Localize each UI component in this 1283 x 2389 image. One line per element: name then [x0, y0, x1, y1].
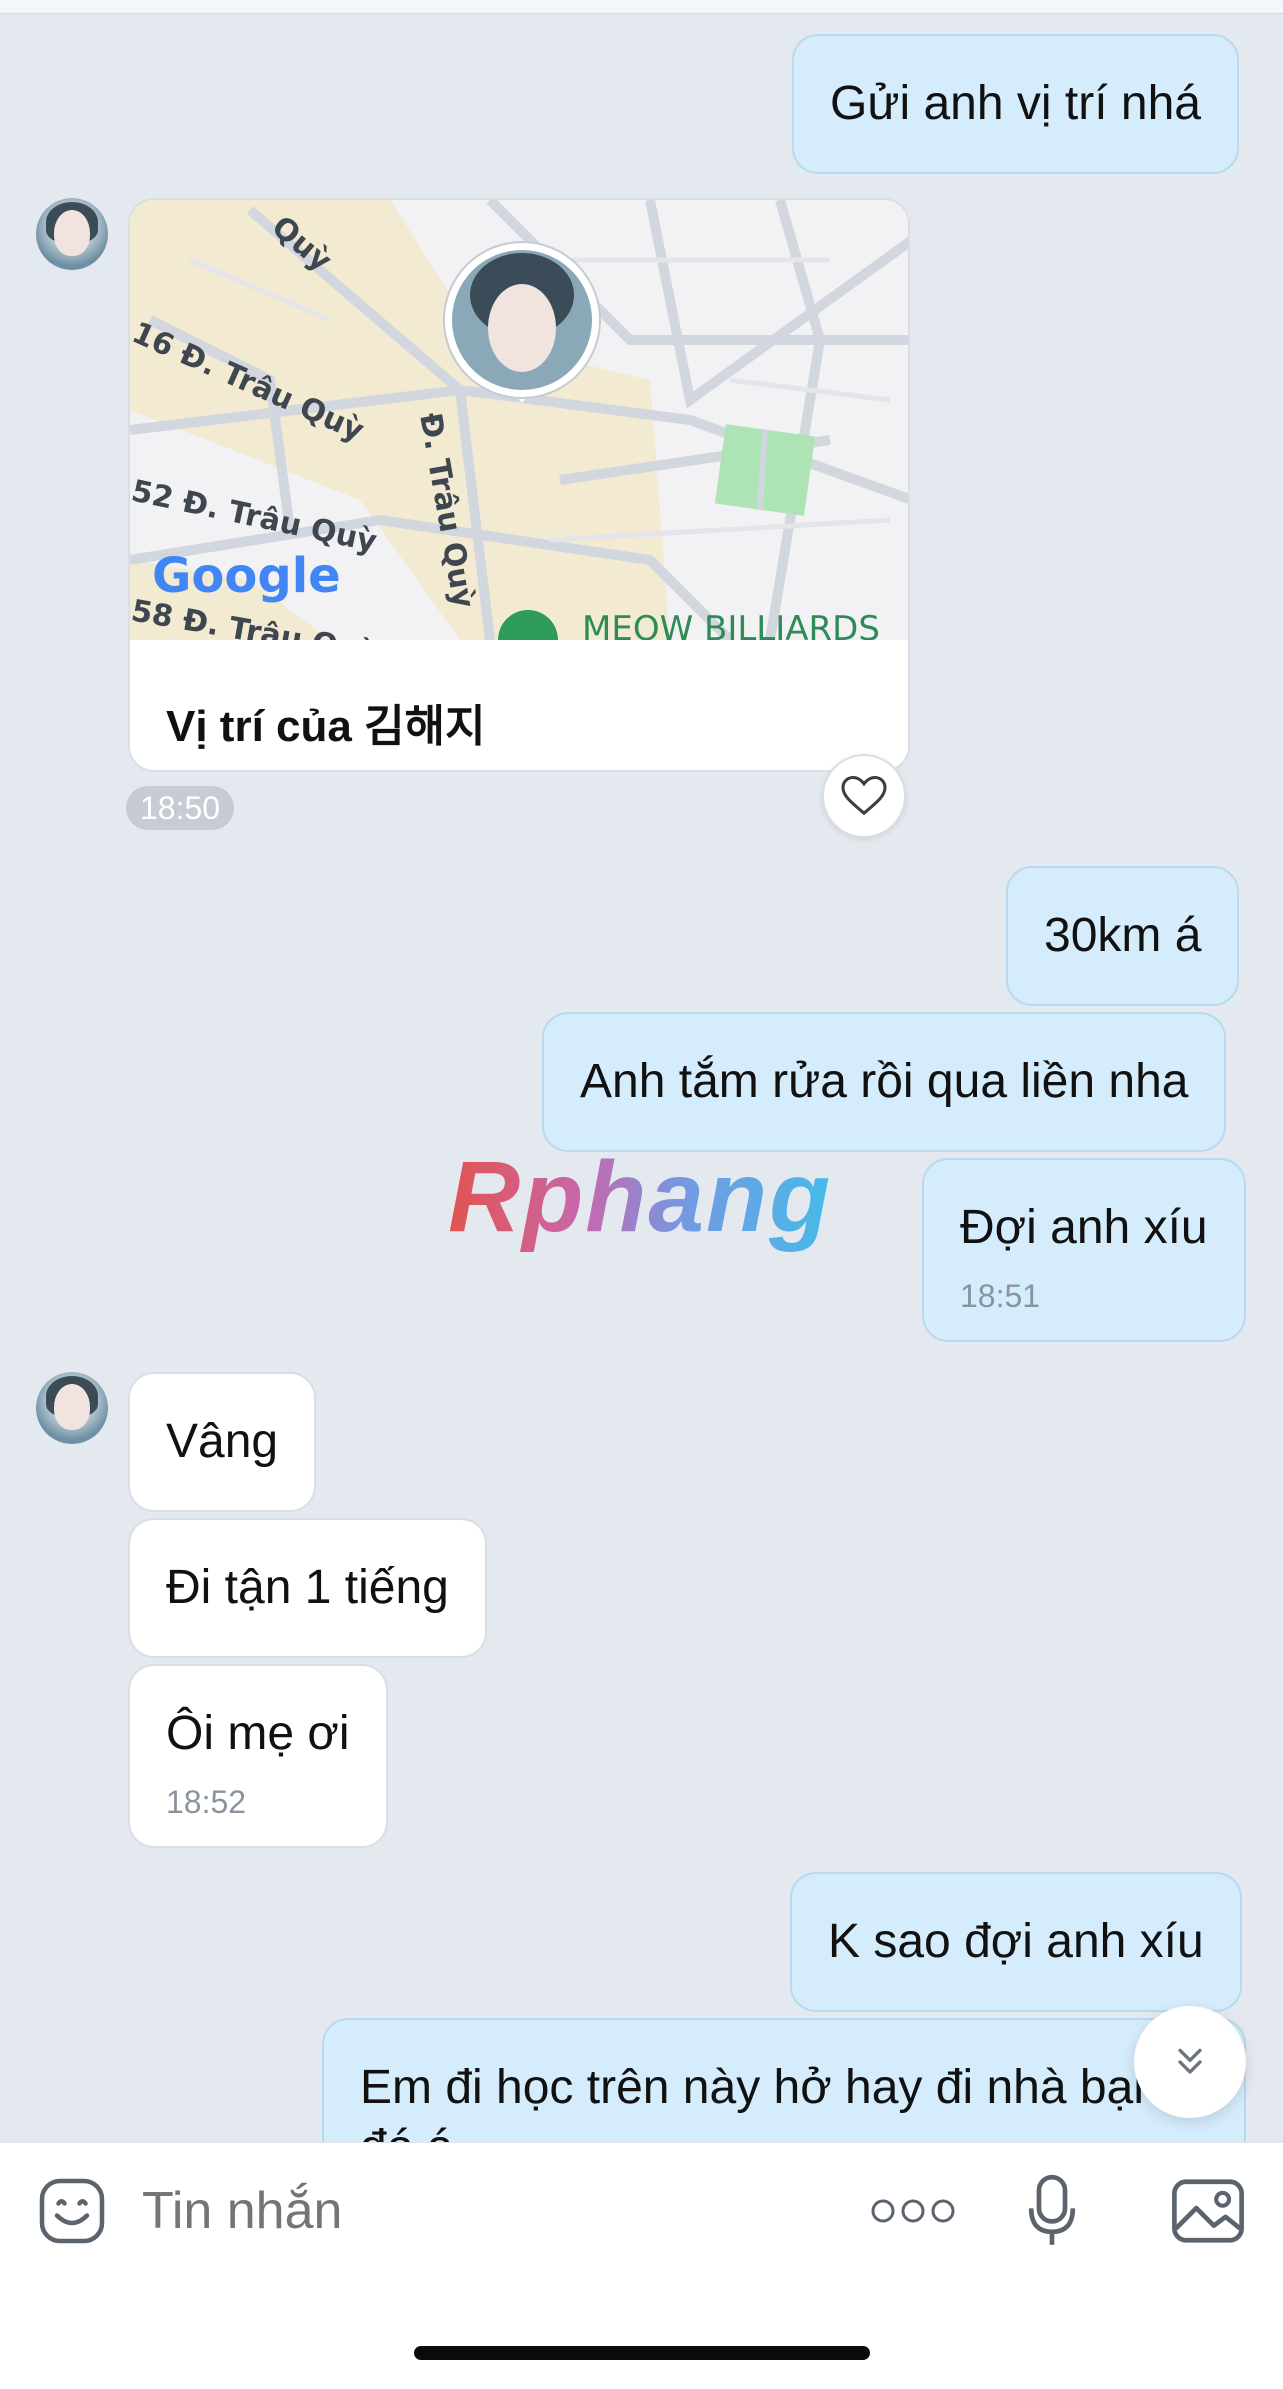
top-bar: [0, 0, 1283, 14]
message-text: Đợi anh xíu: [960, 1201, 1208, 1254]
microphone-button[interactable]: [1020, 2169, 1084, 2253]
message-text: Gửi anh vị trí nhá: [830, 77, 1201, 130]
chat-area[interactable]: Gửi anh vị trí nhá Quỳ 16 Đ. Trâu Quỳ Đ.…: [0, 14, 1283, 2142]
message-bubble-outgoing[interactable]: Gửi anh vị trí nhá: [792, 34, 1239, 174]
more-options-button[interactable]: [858, 2183, 968, 2239]
watermark: Rphang: [448, 1141, 833, 1253]
map-provider-logo: Google: [152, 548, 341, 604]
map-image: Quỳ 16 Đ. Trâu Quỳ Đ. Trâu Quỳ 52 Đ. Trâ…: [130, 200, 908, 640]
message-bubble-incoming[interactable]: Đi tận 1 tiếng: [128, 1518, 487, 1658]
message-time: 18:52: [166, 1784, 247, 1820]
microphone-icon: [1028, 2174, 1076, 2245]
message-text: Anh tắm rửa rồi qua liền nha: [580, 1055, 1189, 1108]
message-bubble-incoming[interactable]: Vâng: [128, 1372, 317, 1512]
image-button[interactable]: [1168, 2173, 1248, 2249]
image-icon: [1172, 2179, 1244, 2243]
home-indicator: [414, 2346, 870, 2360]
sticker-icon: [39, 2178, 105, 2244]
message-text: Ôi mẹ ơi: [166, 1707, 350, 1760]
message-text: Em đi học trên này hở hay đi nhà bạn đó …: [360, 2061, 1160, 2142]
message-input[interactable]: [142, 2181, 822, 2241]
heart-reaction-button[interactable]: [822, 754, 906, 838]
message-bubble-incoming[interactable]: Ôi mẹ ơi 18:52: [128, 1664, 388, 1848]
avatar[interactable]: [36, 198, 108, 270]
more-icon: [871, 2199, 955, 2223]
message-bubble-outgoing[interactable]: 30km á: [1006, 866, 1240, 1006]
message-bubble-outgoing[interactable]: K sao đợi anh xíu: [790, 1872, 1242, 2012]
scroll-down-icon: [1178, 2048, 1202, 2074]
message-text: K sao đợi anh xíu: [828, 1915, 1204, 1968]
message-text: 30km á: [1044, 909, 1202, 962]
location-card[interactable]: Quỳ 16 Đ. Trâu Quỳ Đ. Trâu Quỳ 52 Đ. Trâ…: [128, 198, 910, 772]
message-time: 18:50: [126, 786, 234, 830]
location-title: Vị trí của 김해지: [166, 702, 486, 751]
message-text: Vâng: [166, 1415, 279, 1468]
avatar[interactable]: [36, 1372, 108, 1444]
message-bubble-outgoing[interactable]: Anh tắm rửa rồi qua liền nha: [542, 1012, 1227, 1152]
message-bubble-outgoing[interactable]: Em đi học trên này hở hay đi nhà bạn đó …: [322, 2018, 1246, 2142]
scroll-to-bottom-button[interactable]: [1134, 2006, 1246, 2118]
message-time: 18:51: [960, 1278, 1041, 1314]
poi-label: MEOW BILLIARDS: [582, 609, 880, 640]
heart-icon: [841, 775, 887, 816]
sticker-button[interactable]: [34, 2173, 110, 2249]
message-bubble-outgoing[interactable]: Đợi anh xíu 18:51: [922, 1158, 1246, 1342]
message-text: Đi tận 1 tiếng: [166, 1561, 449, 1614]
